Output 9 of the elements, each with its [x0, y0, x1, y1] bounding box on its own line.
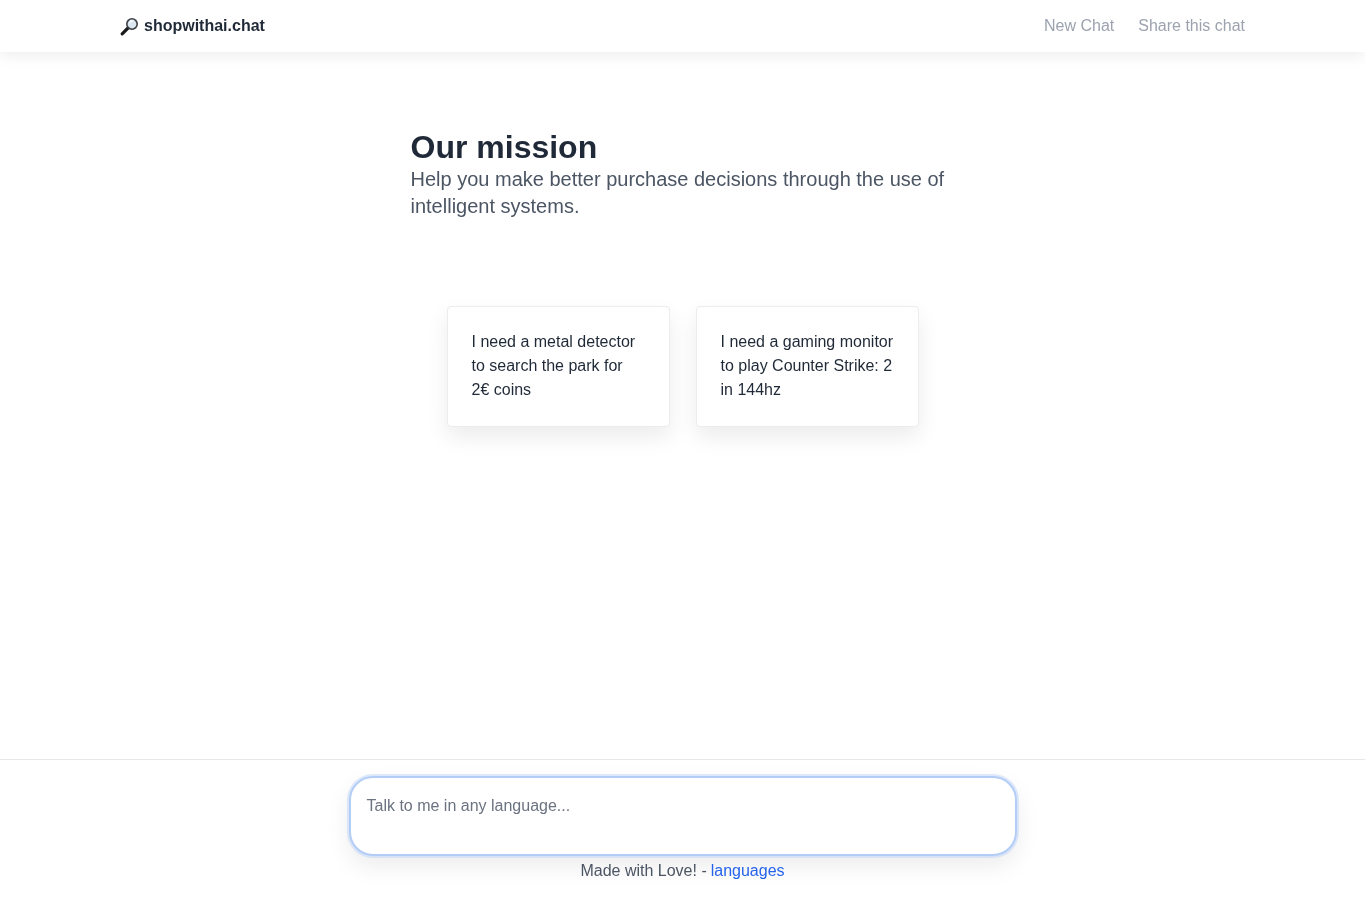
mission-title: Our mission [410, 128, 599, 166]
footer-text: Made with Love! - [580, 861, 707, 881]
mission-subtitle: Help you make better purchase decisions through the use of intelligent systems. [410, 167, 946, 219]
chat-input-field[interactable]: Talk to me in any language... [348, 776, 1017, 856]
magnifier-icon [120, 16, 139, 36]
suggestion-card[interactable]: I need a metal detector to search the park for 2€ coins [446, 306, 670, 427]
languages-link[interactable]: languages [710, 860, 785, 882]
logo-link[interactable]: shopwithai.chat [120, 16, 265, 36]
suggestion-card[interactable]: I need a gaming monitor to play Counter Strike: 2 in 144hz [695, 306, 919, 427]
